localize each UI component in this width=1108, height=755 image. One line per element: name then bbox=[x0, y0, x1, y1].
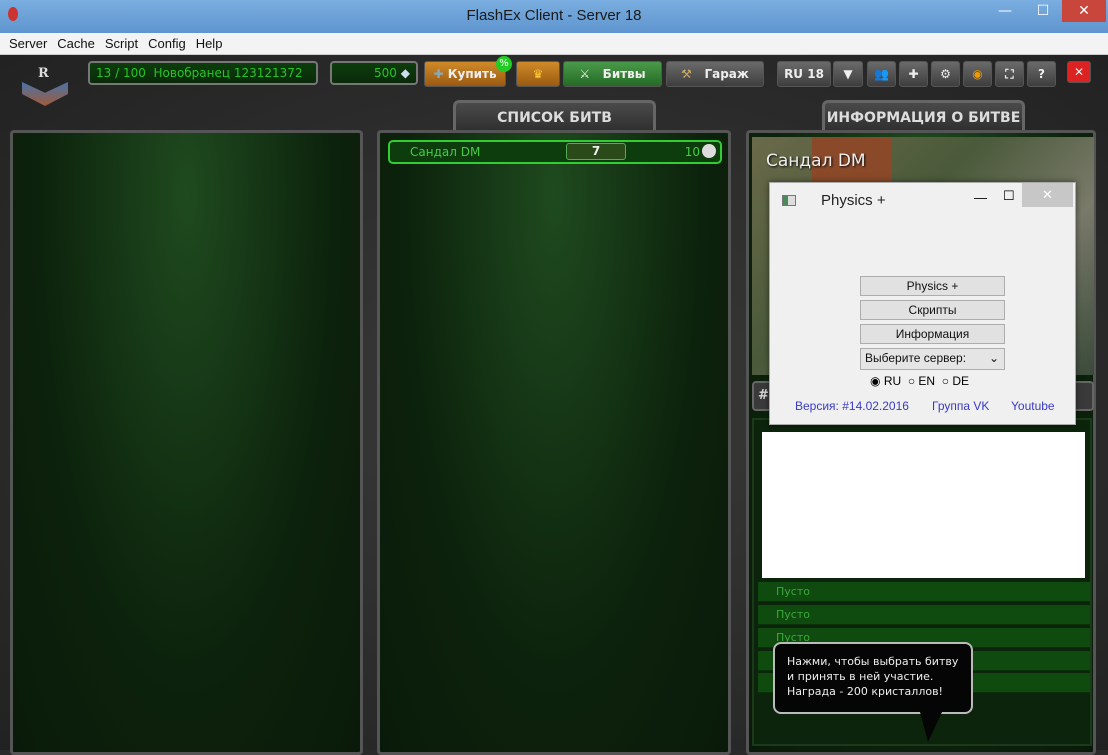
buy-button[interactable]: ✚ Купить bbox=[424, 61, 506, 87]
menu-script[interactable]: Script bbox=[100, 33, 143, 54]
menu-help[interactable]: Help bbox=[191, 33, 228, 54]
dialog-title: Physics + bbox=[821, 192, 886, 209]
friends-icon[interactable]: 👥 bbox=[867, 61, 896, 87]
tab-battle-list[interactable]: СПИСОК БИТВ bbox=[453, 100, 656, 132]
battle-limit: 10 bbox=[684, 145, 700, 159]
app-icon bbox=[782, 195, 796, 206]
premium-button[interactable]: ♛ bbox=[516, 61, 560, 87]
player-slot: Пусто bbox=[758, 605, 1090, 625]
discount-badge: % bbox=[496, 56, 512, 72]
minimize-button[interactable]: — bbox=[990, 0, 1020, 22]
server-select[interactable]: RU 18 bbox=[777, 61, 831, 87]
sound-icon[interactable]: ◉ bbox=[963, 61, 992, 87]
maximize-button[interactable]: ☐ bbox=[1028, 0, 1058, 22]
chevron-down-icon: ⌄ bbox=[988, 351, 999, 365]
radio-de[interactable]: ○ DE bbox=[942, 374, 969, 388]
server-select[interactable]: Выберите сервер: ⌄ bbox=[860, 348, 1005, 370]
exit-button[interactable]: ✕ bbox=[1067, 61, 1091, 83]
player-slot: Пусто bbox=[758, 582, 1090, 602]
timer-icon bbox=[702, 144, 716, 158]
rank-progress-field: 13 / 100 Новобранец 123121372 bbox=[88, 61, 318, 85]
crystal-icon: ◆ bbox=[400, 66, 410, 80]
physics-dialog: Physics + — ☐ ✕ Physics + Скрипты Информ… bbox=[769, 182, 1076, 425]
tab-battle-info[interactable]: ИНФОРМАЦИЯ О БИТВЕ bbox=[822, 100, 1025, 132]
tools-icon: ⚒ bbox=[681, 67, 692, 81]
crown-icon: ♛ bbox=[532, 67, 544, 81]
title-bar: FlashEx Client - Server 18 — ☐ ✕ bbox=[0, 0, 1108, 33]
rank-icon: R bbox=[22, 66, 68, 108]
add-friend-icon[interactable]: ✚ bbox=[899, 61, 928, 87]
plus-icon: ✚ bbox=[433, 67, 444, 81]
menu-server[interactable]: Server bbox=[4, 33, 52, 54]
close-button[interactable]: ✕ bbox=[1062, 0, 1106, 22]
server-dropdown-icon[interactable]: ▼ bbox=[833, 61, 863, 87]
radio-en[interactable]: ○ EN bbox=[908, 374, 935, 388]
battles-button[interactable]: ⚔ Битвы bbox=[563, 61, 662, 87]
scripts-button[interactable]: Скрипты bbox=[860, 300, 1005, 320]
info-button[interactable]: Информация bbox=[860, 324, 1005, 344]
dialog-maximize-button[interactable]: ☐ bbox=[1003, 188, 1015, 204]
menu-config[interactable]: Config bbox=[143, 33, 191, 54]
swords-icon: ⚔ bbox=[579, 67, 591, 81]
left-panel bbox=[10, 130, 363, 755]
physics-button[interactable]: Physics + bbox=[860, 276, 1005, 296]
youtube-link[interactable]: Youtube bbox=[1011, 399, 1055, 413]
battle-name: Сандал DM bbox=[410, 145, 481, 159]
radio-ru[interactable]: ◉ RU bbox=[870, 374, 901, 388]
fullscreen-icon[interactable]: ⛶ bbox=[995, 61, 1024, 87]
settings-icon[interactable]: ⚙ bbox=[931, 61, 960, 87]
tooltip-pointer bbox=[920, 712, 942, 742]
version-label: Версия: #14.02.2016 bbox=[795, 399, 909, 413]
battle-list-panel bbox=[377, 130, 731, 755]
menu-bar: Server Cache Script Config Help bbox=[0, 33, 1108, 55]
vk-group-link[interactable]: Группа VK bbox=[932, 399, 989, 413]
dialog-minimize-button[interactable]: — bbox=[974, 190, 987, 205]
help-button[interactable]: ? bbox=[1027, 61, 1056, 87]
dialog-close-button[interactable]: ✕ bbox=[1022, 183, 1073, 207]
redacted-area bbox=[762, 432, 1085, 578]
battle-list-item[interactable]: Сандал DM 7 10 bbox=[388, 140, 722, 164]
garage-button[interactable]: ⚒ Гараж bbox=[666, 61, 764, 87]
battle-players: 7 bbox=[566, 143, 626, 160]
map-name: Сандал DM bbox=[766, 151, 866, 171]
menu-cache[interactable]: Cache bbox=[52, 33, 100, 54]
language-radio-group: ◉ RU ○ EN ○ DE bbox=[870, 374, 969, 388]
crystals-field: 500 ◆ bbox=[330, 61, 418, 85]
window-title: FlashEx Client - Server 18 bbox=[466, 7, 642, 24]
tooltip: Нажми, чтобы выбрать битву и принять в н… bbox=[773, 642, 973, 714]
